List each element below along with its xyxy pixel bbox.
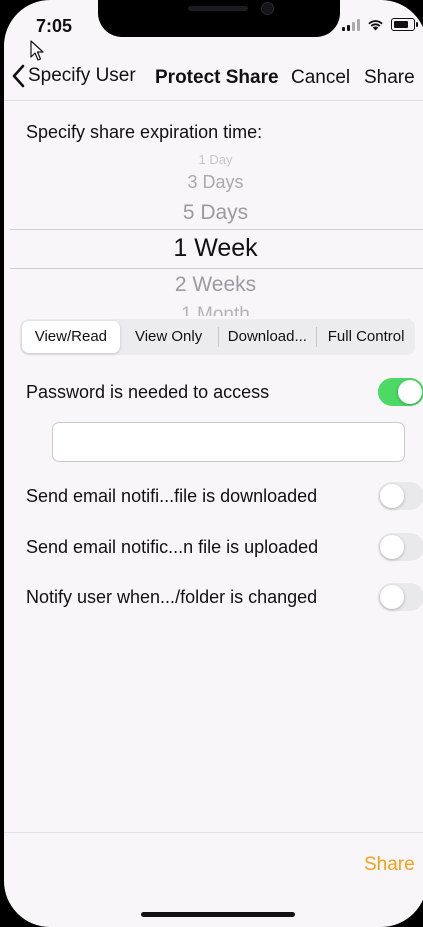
picker-option-selected[interactable]: 1 Week [4,234,423,263]
back-button[interactable]: Specify User [12,64,136,88]
bottom-share-button[interactable]: Share [364,854,415,876]
segment-full-control[interactable]: Full Control [317,321,415,353]
segment-view-read[interactable]: View/Read [22,321,120,353]
wifi-icon [368,20,383,31]
segment-download[interactable]: Download... [219,321,317,353]
navigation-bar: Specify User Protect Share Cancel Share [4,58,423,101]
password-required-toggle[interactable] [378,378,423,406]
segment-view-only[interactable]: View Only [120,321,218,353]
notify-change-toggle[interactable] [378,583,423,611]
battery-icon [391,18,418,31]
front-camera [261,2,274,15]
email-upload-label: Send email notific...n file is uploaded [26,537,319,557]
cancel-button[interactable]: Cancel [291,67,350,89]
speaker-grille [188,6,248,11]
email-upload-toggle[interactable] [378,533,423,561]
share-button[interactable]: Share [364,67,415,89]
status-icons [342,18,418,31]
picker-option[interactable]: 1 Month [4,304,423,316]
password-required-label: Password is needed to access [26,382,270,402]
email-download-label: Send email notifi...file is downloaded [26,486,318,506]
email-download-toggle[interactable] [378,482,423,510]
bottom-toolbar: Share [4,832,423,927]
picker-option[interactable]: 2 Weeks [4,273,423,297]
phone-screen: 7:05 Specify User Protect Share Cancel S… [4,0,423,927]
chevron-left-icon [12,64,25,88]
password-input[interactable] [52,422,405,462]
expiration-picker[interactable]: 1 Day 3 Days 5 Days 1 Week 2 Weeks 1 Mon… [4,148,423,316]
picker-selection-top-line [10,229,423,230]
picker-option[interactable]: 3 Days [4,172,423,193]
picker-option[interactable]: 5 Days [4,201,423,225]
picker-option[interactable]: 1 Day [4,152,423,167]
permission-segmented-control: View/Read View Only Download... Full Con… [20,319,415,355]
picker-selection-bottom-line [10,268,423,269]
status-time: 7:05 [36,16,73,36]
notify-change-label: Notify user when.../folder is changed [26,587,318,607]
page-title: Protect Share [155,67,279,88]
home-indicator[interactable] [141,912,295,917]
back-button-label: Specify User [28,65,136,86]
device-notch [98,0,340,37]
expiration-label: Specify share expiration time: [26,122,263,142]
cellular-signal-icon [342,18,360,31]
